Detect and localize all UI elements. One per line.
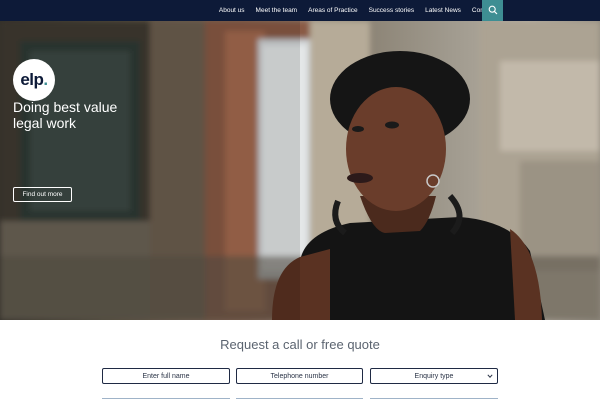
nav-item-latest-news[interactable]: Latest News bbox=[425, 7, 461, 14]
enquiry-type-select[interactable]: Enquiry type bbox=[370, 368, 498, 384]
form-title: Request a call or free quote bbox=[220, 337, 380, 352]
nav-item-areas-of-practice[interactable]: Areas of Practice bbox=[308, 7, 358, 14]
enquiry-type-value: Enquiry type bbox=[414, 372, 454, 380]
tagline-line-1: Doing best value bbox=[13, 99, 118, 115]
chevron-down-icon bbox=[487, 373, 493, 381]
find-out-more-button[interactable]: Find out more bbox=[13, 187, 72, 202]
quote-form-section: Request a call or free quote Enter full … bbox=[0, 320, 600, 400]
hero-tagline: Doing best value legal work bbox=[13, 99, 153, 131]
main-nav: About us Meet the team Areas of Practice Su… bbox=[208, 0, 503, 21]
nav-item-success-stories[interactable]: Success stories bbox=[369, 7, 415, 14]
search-icon bbox=[488, 2, 498, 20]
telephone-input[interactable]: Telephone number bbox=[236, 368, 363, 384]
nav-item-about-us[interactable]: About us bbox=[219, 7, 245, 14]
top-navigation-bar: About us Meet the team Areas of Practice Su… bbox=[0, 0, 600, 21]
full-name-input[interactable]: Enter full name bbox=[102, 368, 230, 384]
search-button[interactable] bbox=[482, 0, 503, 21]
next-field-edge bbox=[102, 398, 230, 403]
next-field-edge bbox=[370, 398, 498, 403]
elp-logo[interactable]: elp. bbox=[13, 59, 55, 101]
nav-item-meet-the-team[interactable]: Meet the team bbox=[256, 7, 298, 14]
tagline-line-2: legal work bbox=[13, 115, 77, 131]
next-field-edge bbox=[236, 398, 363, 403]
logo-text: elp. bbox=[20, 70, 48, 89]
hero-banner: elp. Doing best value legal work Find ou… bbox=[0, 21, 600, 320]
hero-background-photo bbox=[0, 21, 600, 320]
